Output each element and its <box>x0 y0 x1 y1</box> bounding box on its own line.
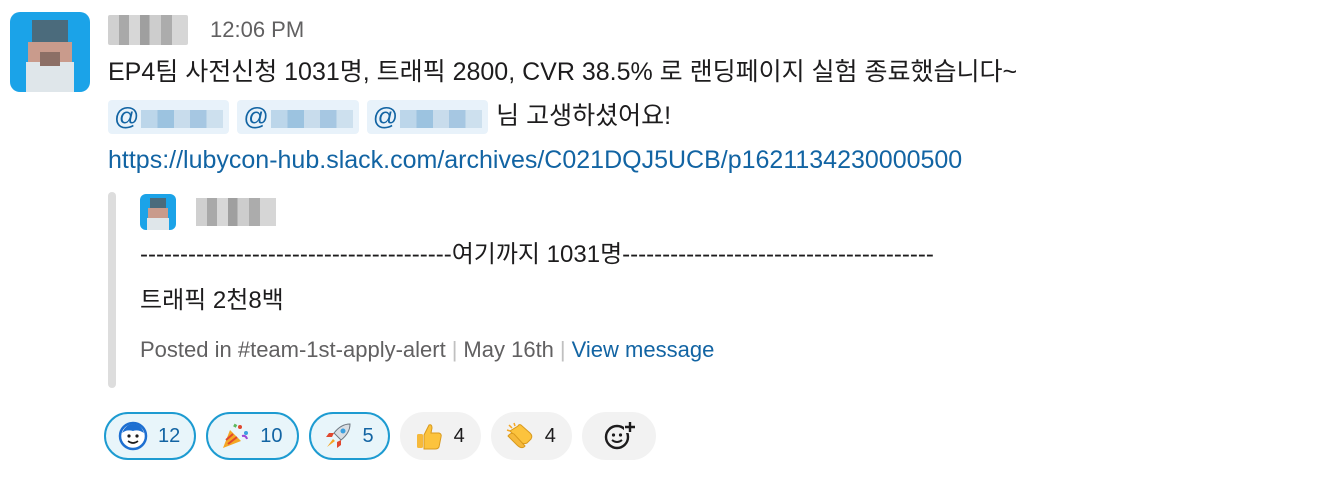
reaction-count: 4 <box>453 424 465 447</box>
avatar[interactable] <box>10 12 90 92</box>
mention-1[interactable]: @ <box>108 100 230 135</box>
reaction-party-popper[interactable]: 10 <box>206 412 299 460</box>
message-text-line-1: EP4팀 사전신청 1031명, 트래픽 2800, CVR 38.5% 로 랜… <box>108 58 1018 86</box>
message-link-line: https://lubycon-hub.slack.com/archives/C… <box>108 138 1318 182</box>
reaction-count: 5 <box>362 424 374 447</box>
mention-2[interactable]: @ <box>237 100 359 135</box>
mention-3[interactable]: @ <box>366 100 489 135</box>
add-emoji-icon <box>604 421 636 450</box>
reaction-count: 12 <box>158 424 181 447</box>
quote-text-line-2: 트래픽 2천8백 <box>140 287 284 314</box>
slack-message: 12:06 PM EP4팀 사전신청 1031명, 트래픽 2800, CVR … <box>0 0 1330 482</box>
view-message-link[interactable]: View message <box>572 337 715 362</box>
party-popper-icon <box>223 423 249 448</box>
reaction-count: 4 <box>544 424 556 447</box>
reaction-thumbs-up[interactable]: 4 <box>399 412 481 460</box>
quote-text-line-1: ---------------------------------------여… <box>140 241 934 268</box>
rocket-icon <box>325 423 351 448</box>
quote-bar <box>108 192 116 388</box>
username[interactable] <box>108 15 188 45</box>
quote-date[interactable]: May 16th <box>463 337 554 362</box>
reactions-bar: 12 10 5 4 4 <box>104 412 666 460</box>
quote-username[interactable] <box>196 198 276 226</box>
quote-posted-in[interactable]: Posted in #team-1st-apply-alert <box>140 337 446 362</box>
add-reaction-button[interactable] <box>581 412 656 460</box>
reaction-smiling-face[interactable]: 12 <box>104 412 197 460</box>
message-text-suffix: 님 고생하셨어요! <box>496 102 672 130</box>
message-content: 12:06 PM EP4팀 사전신청 1031명, 트래픽 2800, CVR … <box>108 10 1318 392</box>
quoted-message: ---------------------------------------여… <box>108 192 1318 392</box>
quote-avatar[interactable] <box>140 194 176 230</box>
message-header: 12:06 PM <box>108 10 1318 50</box>
smiling-face-icon <box>118 421 148 451</box>
reaction-count: 10 <box>260 424 283 447</box>
quote-meta: Posted in #team-1st-apply-alert | May 16th… <box>140 328 1318 372</box>
quote-header <box>140 192 1318 232</box>
message-text-line-2: @ @ @ 님 고생하셨어요! <box>108 94 1318 138</box>
reaction-clapping-hands[interactable]: 4 <box>490 412 572 460</box>
thumbs-up-icon <box>416 424 442 450</box>
meta-divider: | <box>451 337 458 362</box>
archive-link[interactable]: https://lubycon-hub.slack.com/archives/C… <box>108 146 962 174</box>
reaction-rocket[interactable]: 5 <box>308 412 390 460</box>
timestamp[interactable]: 12:06 PM <box>210 17 304 43</box>
meta-divider: | <box>559 337 566 362</box>
clapping-hands-icon <box>506 422 533 449</box>
